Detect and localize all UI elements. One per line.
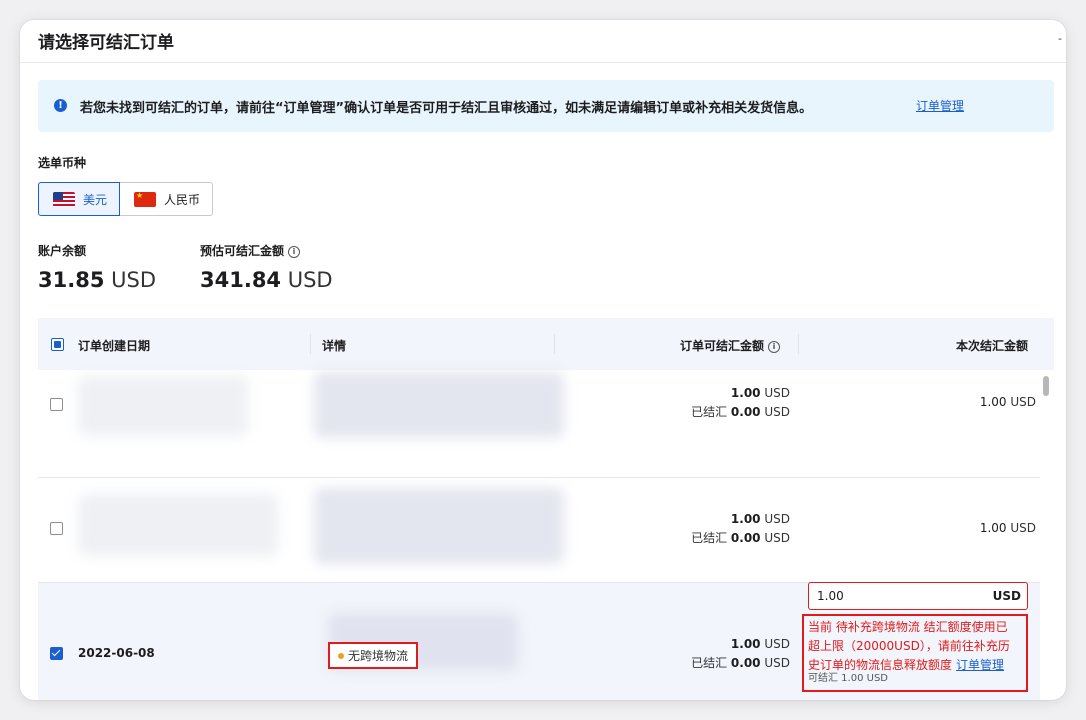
account-balance-unit: USD xyxy=(111,268,156,292)
order-amount-unit: USD xyxy=(764,637,790,651)
no-logistics-label: 无跨境物流 xyxy=(348,649,409,663)
order-amount-number: 1.00 xyxy=(730,386,761,400)
order-amount-number: 1.00 xyxy=(730,637,761,651)
order-amount-number: 1.00 xyxy=(730,512,761,526)
blurred-date xyxy=(78,494,278,556)
account-balance-value: 31.85 USD xyxy=(38,268,156,292)
orders-table: 订单创建日期 详情 订单可结汇金额 i 本次结汇金额 1.00 USD 已结汇 0… xyxy=(38,318,1054,700)
select-all-checkbox[interactable] xyxy=(51,338,64,351)
notice-text: 若您未找到可结汇的订单，请前往“订单管理”确认订单是否可用于结汇且审核通过，如未… xyxy=(80,101,813,116)
dialog-title: 请选择可结汇订单 xyxy=(38,33,174,53)
order-amount-unit: USD xyxy=(764,386,790,400)
account-balance-label: 账户余额 xyxy=(38,244,87,258)
column-separator xyxy=(310,334,311,354)
table-row[interactable]: 1.00 USD 已结汇 0.00 USD 1.00 USD xyxy=(38,370,1040,454)
currency-selector: 美元 人民币 xyxy=(38,182,214,216)
currency-cny-button[interactable]: 人民币 xyxy=(120,182,214,216)
estimate-amount-label-text: 预估可结汇金额 xyxy=(200,244,285,258)
column-header-order-amount: 订单可结汇金额 i xyxy=(680,337,781,354)
info-circle-icon[interactable]: i xyxy=(768,341,781,353)
row-checkbox[interactable] xyxy=(50,522,63,535)
estimate-amount-value: 341.84 USD xyxy=(200,268,333,292)
account-balance-number: 31.85 xyxy=(38,268,105,292)
currency-label: 选单币种 xyxy=(38,156,87,170)
column-header-details: 详情 xyxy=(322,339,347,353)
us-flag-icon xyxy=(53,191,75,207)
column-header-order-amount-text: 订单可结汇金额 xyxy=(680,339,765,353)
settled-amount-number: 0.00 xyxy=(730,656,761,670)
order-management-link[interactable]: 订单管理 xyxy=(916,97,964,114)
row-checkbox[interactable] xyxy=(50,398,63,411)
settled-amount: 已结汇 0.00 USD xyxy=(691,529,790,546)
no-logistics-badge: 无跨境物流 xyxy=(328,642,419,669)
estimate-amount-label: 预估可结汇金额 i xyxy=(200,242,301,259)
scrollbar-thumb[interactable] xyxy=(1043,376,1049,396)
settled-amount-unit: USD xyxy=(764,405,790,419)
settle-amount-unit: USD xyxy=(1010,395,1036,409)
settle-amount-input[interactable] xyxy=(815,588,969,604)
settle-amount-number: 1.00 xyxy=(979,521,1007,535)
order-amount: 1.00 USD xyxy=(731,512,790,526)
settled-amount-number: 0.00 xyxy=(730,405,761,419)
error-line: 超上限（20000USD），请前往补充历 xyxy=(808,639,1010,653)
settled-label: 已结汇 xyxy=(691,656,728,670)
order-amount: 1.00 USD xyxy=(731,386,790,400)
column-separator xyxy=(554,334,555,354)
settle-amount: 1.00 USD xyxy=(980,395,1036,409)
column-separator xyxy=(798,334,799,354)
order-management-link[interactable]: 订单管理 xyxy=(956,658,1004,672)
settled-amount-number: 0.00 xyxy=(730,531,761,545)
estimate-amount-unit: USD xyxy=(287,268,333,292)
blurred-details xyxy=(314,372,564,438)
settled-label: 已结汇 xyxy=(691,405,728,419)
estimate-amount-number: 341.84 xyxy=(200,268,282,292)
table-scrollbar[interactable] xyxy=(1040,372,1052,700)
blurred-date xyxy=(78,376,248,436)
available-amount: 可结汇 1.00 USD xyxy=(808,673,888,684)
column-header-settle-amount: 本次结汇金额 xyxy=(956,339,1029,353)
settle-error-message: 当前 待补充跨境物流 结汇额度使用已 超上限（20000USD），请前往补充历 … xyxy=(802,614,1028,692)
settled-amount-unit: USD xyxy=(764,656,790,670)
order-amount-unit: USD xyxy=(764,512,790,526)
row-checkbox[interactable] xyxy=(50,647,63,660)
settle-amount: 1.00 USD xyxy=(980,521,1036,535)
column-header-date: 订单创建日期 xyxy=(78,339,151,353)
settle-amount-suffix: USD xyxy=(992,589,1021,603)
settled-amount: 已结汇 0.00 USD xyxy=(691,403,790,420)
settled-label: 已结汇 xyxy=(691,531,728,545)
info-circle-icon[interactable]: i xyxy=(288,246,301,258)
error-line: 当前 待补充跨境物流 结汇额度使用已 xyxy=(808,620,1008,634)
notice-banner: ! 若您未找到可结汇的订单，请前往“订单管理”确认订单是否可用于结汇且审核通过，… xyxy=(38,80,1054,132)
info-icon: ! xyxy=(54,99,67,112)
close-icon[interactable]: - xyxy=(1058,32,1062,45)
status-dot-icon xyxy=(338,653,344,659)
settled-amount-unit: USD xyxy=(764,531,790,545)
cn-flag-icon xyxy=(134,191,157,207)
select-orders-dialog: 请选择可结汇订单 - ! 若您未找到可结汇的订单，请前往“订单管理”确认订单是否… xyxy=(20,20,1066,700)
settle-amount-number: 1.00 xyxy=(979,395,1007,409)
order-amount: 1.00 USD xyxy=(731,637,790,651)
table-header: 订单创建日期 详情 订单可结汇金额 i 本次结汇金额 xyxy=(38,318,1054,370)
settle-amount-unit: USD xyxy=(1010,521,1036,535)
currency-usd-label: 美元 xyxy=(83,192,108,207)
title-divider xyxy=(20,62,1066,63)
settled-amount: 已结汇 0.00 USD xyxy=(691,654,790,671)
blurred-details xyxy=(314,488,564,564)
currency-cny-label: 人民币 xyxy=(164,192,201,207)
settle-amount-input-wrap: USD xyxy=(808,582,1028,610)
currency-usd-button[interactable]: 美元 xyxy=(38,182,121,216)
table-row[interactable]: 1.00 USD 已结汇 0.00 USD 1.00 USD xyxy=(38,478,1040,582)
order-date: 2022-06-08 xyxy=(78,646,155,660)
